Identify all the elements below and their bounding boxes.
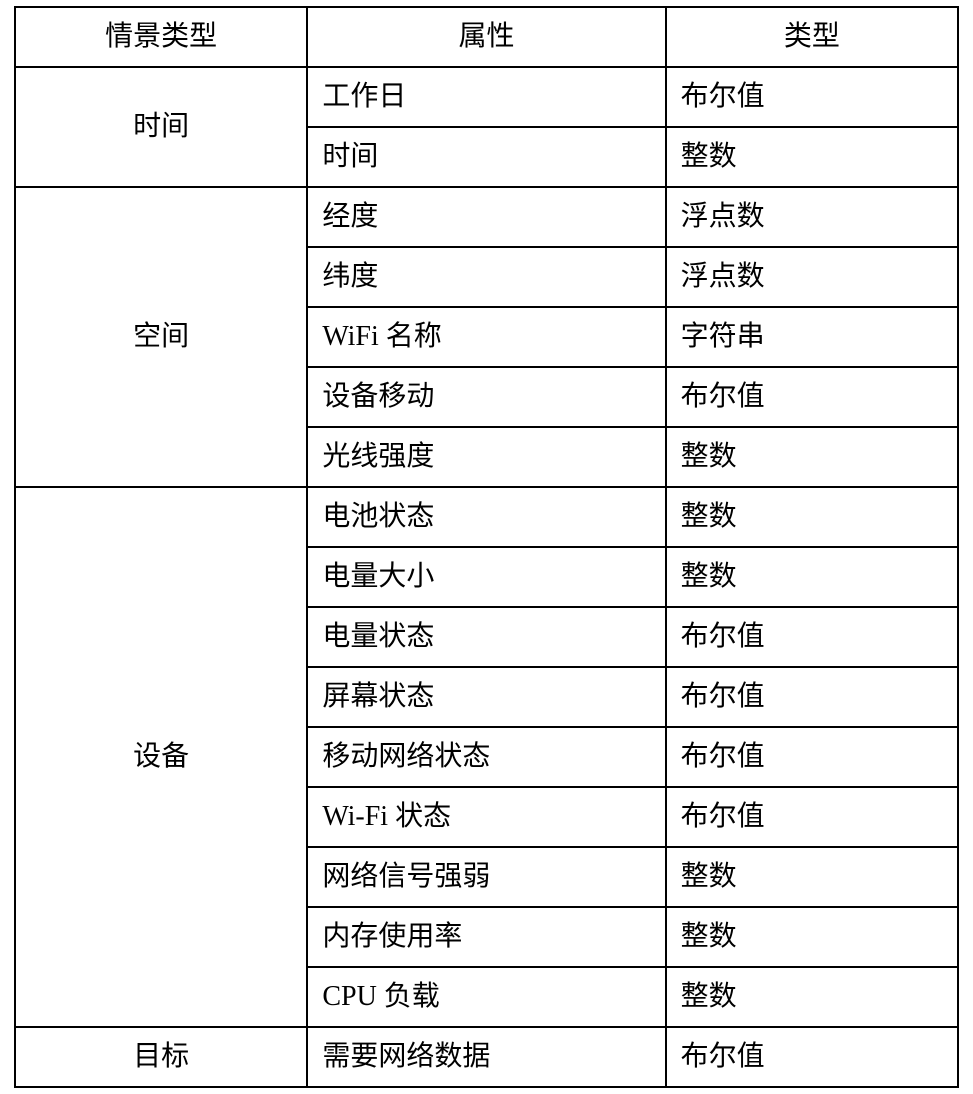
type-cell: 浮点数 xyxy=(666,247,958,307)
type-cell: 字符串 xyxy=(666,307,958,367)
category-cell: 目标 xyxy=(15,1027,307,1087)
type-cell: 整数 xyxy=(666,127,958,187)
table-row: 空间 经度 浮点数 xyxy=(15,187,958,247)
attribute-cell: 网络信号强弱 xyxy=(307,847,665,907)
category-cell: 空间 xyxy=(15,187,307,487)
type-cell: 布尔值 xyxy=(666,67,958,127)
category-cell: 设备 xyxy=(15,487,307,1027)
header-category: 情景类型 xyxy=(15,7,307,67)
attribute-cell: 电池状态 xyxy=(307,487,665,547)
attribute-cell: WiFi 名称 xyxy=(307,307,665,367)
attribute-cell: 需要网络数据 xyxy=(307,1027,665,1087)
type-cell: 整数 xyxy=(666,907,958,967)
table-row: 设备 电池状态 整数 xyxy=(15,487,958,547)
type-cell: 整数 xyxy=(666,547,958,607)
attribute-cell: 屏幕状态 xyxy=(307,667,665,727)
attribute-cell: 电量状态 xyxy=(307,607,665,667)
header-type: 类型 xyxy=(666,7,958,67)
table-row: 时间 工作日 布尔值 xyxy=(15,67,958,127)
header-attribute: 属性 xyxy=(307,7,665,67)
type-cell: 布尔值 xyxy=(666,787,958,847)
attribute-cell: 移动网络状态 xyxy=(307,727,665,787)
attribute-cell: 纬度 xyxy=(307,247,665,307)
table-body: 时间 工作日 布尔值 时间 整数 空间 经度 浮点数 纬度 浮点数 WiFi 名… xyxy=(15,67,958,1087)
attribute-cell: Wi-Fi 状态 xyxy=(307,787,665,847)
type-cell: 整数 xyxy=(666,427,958,487)
attribute-cell: 设备移动 xyxy=(307,367,665,427)
type-cell: 布尔值 xyxy=(666,1027,958,1087)
table-header-row: 情景类型 属性 类型 xyxy=(15,7,958,67)
type-cell: 布尔值 xyxy=(666,367,958,427)
attribute-cell: 内存使用率 xyxy=(307,907,665,967)
type-cell: 布尔值 xyxy=(666,727,958,787)
type-cell: 布尔值 xyxy=(666,667,958,727)
attribute-cell: 时间 xyxy=(307,127,665,187)
type-cell: 布尔值 xyxy=(666,607,958,667)
table-container: 情景类型 属性 类型 时间 工作日 布尔值 时间 整数 空间 经度 浮点数 xyxy=(14,6,959,1088)
attribute-cell: CPU 负载 xyxy=(307,967,665,1027)
attributes-table: 情景类型 属性 类型 时间 工作日 布尔值 时间 整数 空间 经度 浮点数 xyxy=(14,6,959,1088)
table-row: 目标 需要网络数据 布尔值 xyxy=(15,1027,958,1087)
type-cell: 整数 xyxy=(666,847,958,907)
attribute-cell: 光线强度 xyxy=(307,427,665,487)
category-cell: 时间 xyxy=(15,67,307,187)
attribute-cell: 电量大小 xyxy=(307,547,665,607)
attribute-cell: 经度 xyxy=(307,187,665,247)
type-cell: 浮点数 xyxy=(666,187,958,247)
attribute-cell: 工作日 xyxy=(307,67,665,127)
type-cell: 整数 xyxy=(666,967,958,1027)
type-cell: 整数 xyxy=(666,487,958,547)
